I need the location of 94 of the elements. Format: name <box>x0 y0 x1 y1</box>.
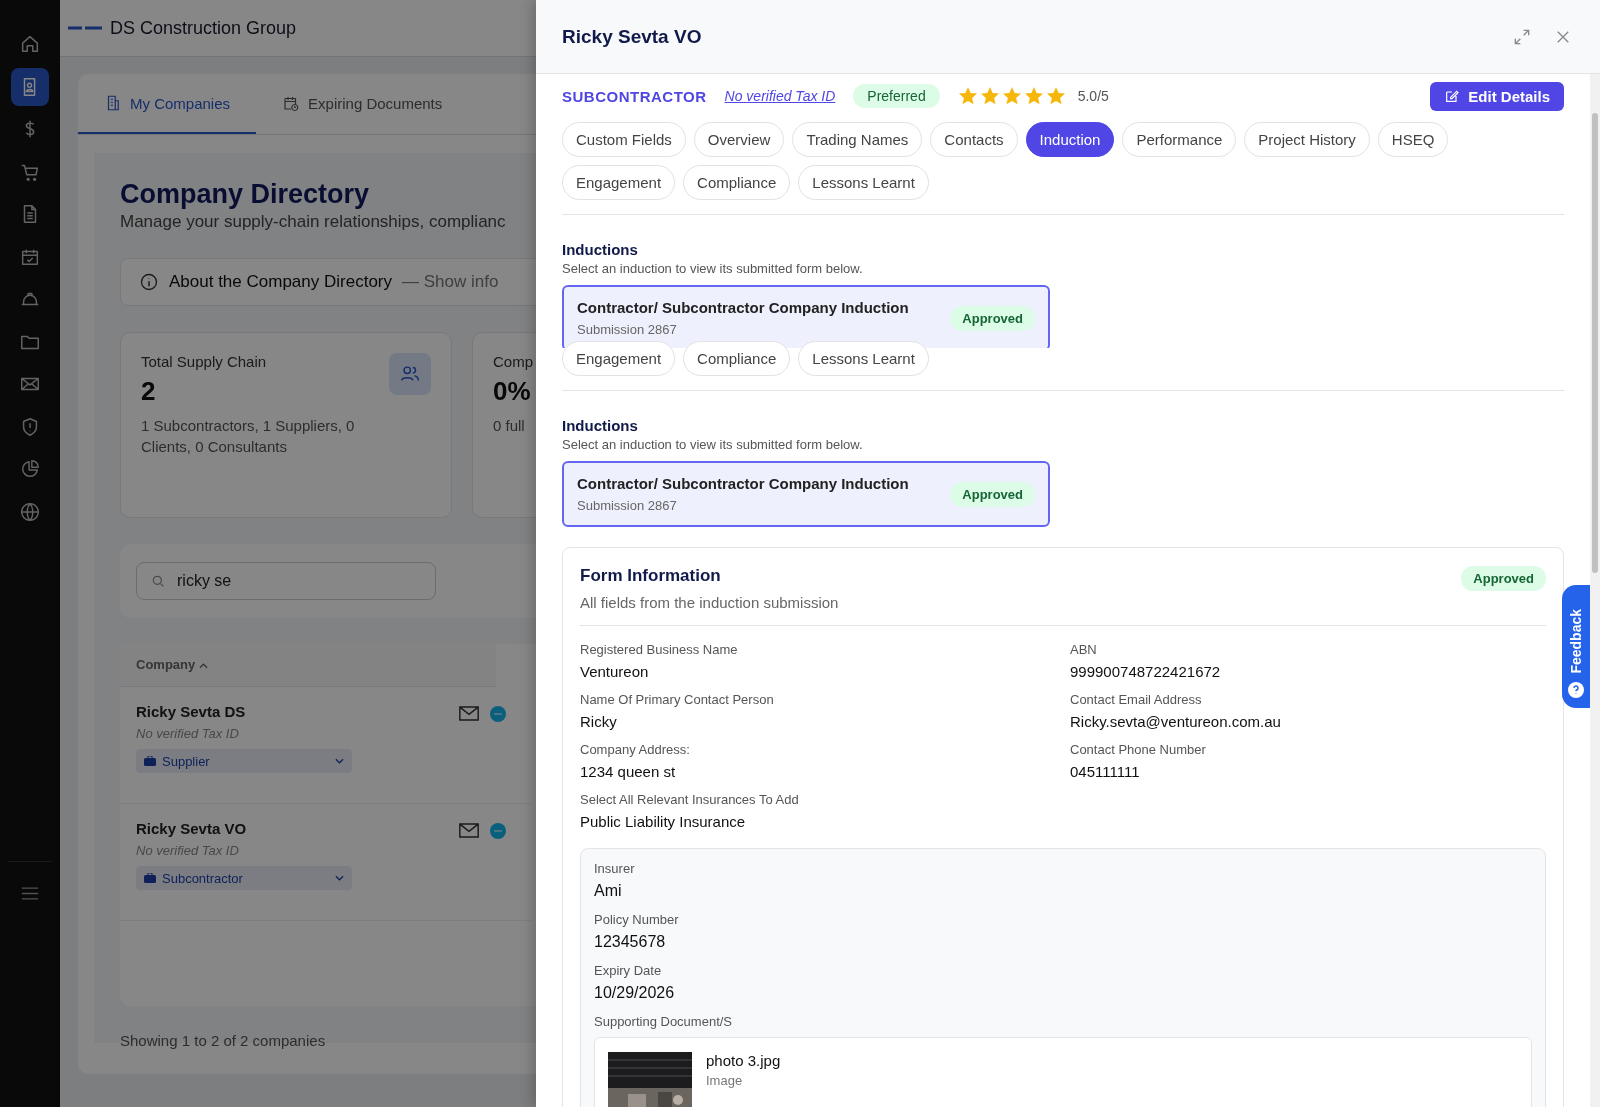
company-type: SUBCONTRACTOR <box>562 87 707 105</box>
info-icon <box>139 272 159 292</box>
field-value: 1234 queen st <box>580 763 677 780</box>
preferred-tag: Preferred <box>853 84 940 108</box>
edit-details-button[interactable]: Edit Details <box>1430 81 1564 111</box>
chevron-down-icon <box>335 875 344 881</box>
status-badge: Approved <box>950 305 1035 331</box>
form-subtitle: All fields from the induction submission <box>580 594 839 611</box>
file-name[interactable]: photo 3.jpg <box>706 1052 781 1069</box>
tax-id-note: No verified Tax ID <box>136 726 240 741</box>
section-tab[interactable]: Compliance <box>683 165 791 200</box>
field-label: Registered Business Name <box>580 642 739 657</box>
section-heading: Inductions <box>562 417 639 434</box>
stat-value: 2 <box>141 376 156 407</box>
field-label: Expiry Date <box>594 963 663 978</box>
about-title: About the Company Directory <box>169 272 392 292</box>
page-tab[interactable]: My Companies <box>78 74 257 134</box>
submission-number: Submission 2867 <box>577 498 678 513</box>
induction-card[interactable]: Contractor/ Subcontractor Company Induction Submission 2867 Approved <box>562 285 1050 348</box>
induction-name: Contractor/ Subcontractor Company Induction <box>577 475 909 492</box>
pagination-summary: Showing 1 to 2 of 2 companies <box>120 1032 326 1049</box>
field-label: Supporting Document/S <box>594 1014 734 1029</box>
organization-name: DS Construction Group <box>110 17 297 39</box>
field-label: Policy Number <box>594 912 680 927</box>
field-label: Contact Phone Number <box>1070 742 1207 757</box>
field-value: 045111111 <box>1070 763 1141 780</box>
section-tab[interactable]: Performance <box>1122 122 1237 157</box>
field-label: Contact Email Address <box>1070 692 1203 707</box>
company-name[interactable]: Ricky Sevta VO <box>136 820 516 837</box>
search-icon <box>150 573 166 589</box>
field-value: 999900748722421672 <box>1070 663 1222 680</box>
field-value: 12345678 <box>594 933 667 951</box>
induction-card[interactable]: Contractor/ Subcontractor Company Induction Submission 2867 Approved <box>562 461 1050 527</box>
field-label: Name Of Primary Contact Person <box>580 692 775 707</box>
section-tab[interactable]: Induction <box>1025 122 1115 157</box>
page-subtitle: Manage your supply-chain relationships, complianc <box>120 212 506 232</box>
field-label: Select All Relevant Insurances To Add <box>580 792 800 807</box>
logo-icon <box>68 25 102 31</box>
company-type-dropdown[interactable]: Supplier <box>136 749 352 773</box>
help-icon <box>1568 682 1584 698</box>
field-value: Ricky <box>580 713 618 730</box>
field-value: Ami <box>594 882 623 900</box>
section-tab[interactable]: Overview <box>693 122 785 157</box>
section-tab[interactable]: Project History <box>1244 122 1370 157</box>
section-heading: Inductions <box>562 241 639 258</box>
briefcase-icon <box>144 873 156 883</box>
stat-detail: 0 full <box>493 416 525 436</box>
induction-name: Contractor/ Subcontractor Company Induction <box>577 299 909 316</box>
sort-up-icon <box>198 663 208 669</box>
contacts-icon[interactable] <box>11 67 49 106</box>
company-name[interactable]: Ricky Sevta DS <box>136 703 516 720</box>
field-label: Company Address: <box>580 742 691 757</box>
tax-id-link[interactable]: No verified Tax ID <box>724 88 836 104</box>
tax-id-note: No verified Tax ID <box>136 843 240 858</box>
field-value: Ricky.sevta@ventureon.com.au <box>1070 713 1282 730</box>
page-tab[interactable]: Expiring Documents <box>256 74 469 134</box>
section-tab[interactable]: Lessons Learnt <box>798 341 929 376</box>
submission-number: Submission 2867 <box>577 322 678 337</box>
section-tab[interactable]: Lessons Learnt <box>798 165 929 200</box>
section-tab[interactable]: Compliance <box>683 341 791 376</box>
field-label: Insurer <box>594 861 636 876</box>
chevron-down-icon <box>335 758 344 764</box>
mail-icon[interactable] <box>458 705 480 722</box>
field-value: Public Liability Insurance <box>580 813 747 830</box>
feedback-tab[interactable]: Feedback <box>1562 585 1590 708</box>
field-value: 10/29/2026 <box>594 984 676 1002</box>
section-tab[interactable]: Engagement <box>562 341 676 376</box>
menu-icon[interactable] <box>21 886 39 900</box>
rating-value: 5.0/5 <box>1077 88 1109 104</box>
stat-label: Comp <box>493 353 533 370</box>
drawer-title: Ricky Sevta VO <box>562 25 702 48</box>
stat-detail: 1 Subcontractors, 1 Suppliers, 0 Clients, 0 Consultants <box>141 416 356 457</box>
calendar-clock-icon <box>282 94 301 112</box>
section-tab[interactable]: Trading Names <box>792 122 923 157</box>
stat-label: Total Supply Chain <box>141 353 267 370</box>
section-tab[interactable]: Engagement <box>562 165 676 200</box>
section-tab[interactable]: Custom Fields <box>562 122 686 157</box>
search-field[interactable]: ricky se <box>136 562 436 600</box>
section-tab[interactable]: HSEQ <box>1377 122 1449 157</box>
form-title: Form Information <box>580 566 722 586</box>
page-title: Company Directory <box>120 179 370 210</box>
field-value: Ventureon <box>580 663 650 680</box>
status-badge: Approved <box>950 481 1035 507</box>
field-label: ABN <box>1070 642 1098 657</box>
mail-icon[interactable] <box>458 822 480 839</box>
section-tab[interactable]: Contacts <box>930 122 1018 157</box>
edit-icon <box>1444 88 1461 104</box>
file-type: Image <box>706 1073 744 1088</box>
section-hint: Select an induction to view its submitted form below. <box>562 261 864 276</box>
company-type-dropdown[interactable]: Subcontractor <box>136 866 352 890</box>
status-badge: Approved <box>1461 566 1546 591</box>
briefcase-icon <box>144 756 156 766</box>
section-hint: Select an induction to view its submitted form below. <box>562 437 864 452</box>
stat-value: 0% <box>493 376 531 407</box>
